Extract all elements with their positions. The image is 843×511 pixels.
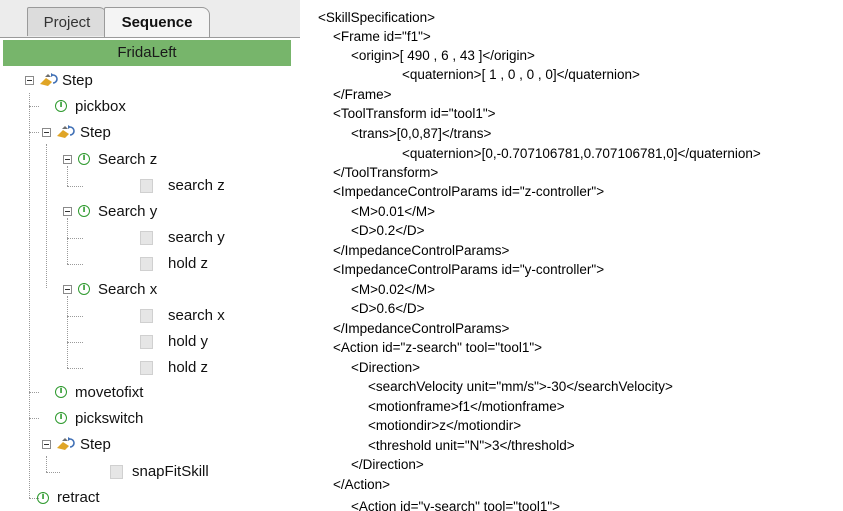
xml-line: <Direction> [351, 360, 421, 375]
tree-connector [67, 296, 68, 368]
tree-connector [46, 456, 47, 472]
collapse-toggle[interactable] [42, 128, 51, 137]
info-icon: i [55, 386, 67, 398]
info-icon: i [78, 153, 90, 165]
xml-line: <Frame id="f1"> [333, 29, 431, 44]
xml-line: <quaternion>[0,-0.707106781,0.707106781,… [402, 146, 761, 161]
tree-item-label: pickswitch [75, 410, 144, 427]
xml-line: <M>0.02</M> [351, 282, 436, 297]
tree-item-label: Step [80, 436, 111, 453]
info-icon: i [78, 283, 90, 295]
xml-line: </Frame> [333, 87, 392, 102]
tree-connector [29, 132, 39, 133]
tree-connector [67, 316, 83, 317]
collapse-toggle[interactable] [25, 76, 34, 85]
info-icon: i [55, 412, 67, 424]
sequence-panel: Project Sequence FridaLeft Step i pickbo… [0, 0, 300, 511]
xml-line: <ImpedanceControlParams id="y-controller… [333, 262, 605, 277]
primitive-icon [110, 465, 123, 479]
tree-connector [67, 186, 83, 187]
xml-line: <D>0.2</D> [351, 223, 425, 238]
tree-connector [67, 218, 68, 264]
tree-item-label: retract [57, 489, 100, 506]
tree-connector [67, 238, 83, 239]
tree-item-label: search x [168, 307, 225, 324]
primitive-icon [140, 231, 153, 245]
xml-line: <motiondir>z</motiondir> [368, 418, 522, 433]
step-icon [57, 125, 75, 138]
tree-item-label: hold z [168, 255, 209, 272]
step-icon [57, 437, 75, 450]
xml-line: <threshold unit="N">3</threshold> [368, 438, 575, 453]
tree-connector [46, 472, 60, 473]
sequence-tree: Step i pickbox Step i Search z search z … [0, 0, 300, 511]
tree-item-label: hold y [168, 333, 209, 350]
step-icon [40, 73, 58, 86]
xml-line: </ToolTransform> [333, 165, 439, 180]
tree-item-label: search z [168, 177, 225, 194]
info-icon: i [37, 492, 49, 504]
xml-line: <Action id="y-search" tool="tool1"> [351, 499, 561, 511]
tree-item-label: Search z [98, 151, 158, 168]
tree-connector [29, 418, 39, 419]
primitive-icon [140, 309, 153, 323]
tree-item-label: hold z [168, 359, 209, 376]
tree-connector [29, 106, 39, 107]
xml-line: <Action id="z-search" tool="tool1"> [333, 340, 543, 355]
xml-line: </Direction> [351, 457, 424, 472]
tree-item-label: Step [62, 72, 93, 89]
tree-connector [67, 342, 83, 343]
primitive-icon [140, 179, 153, 193]
tree-item-label: Step [80, 124, 111, 141]
tree-item-label: search y [168, 229, 225, 246]
xml-line: <ToolTransform id="tool1"> [333, 106, 496, 121]
tree-connector [29, 392, 39, 393]
xml-line: <quaternion>[ 1 , 0 , 0 , 0]</quaternion… [402, 67, 640, 82]
tree-connector [29, 93, 30, 498]
primitive-icon [140, 257, 153, 271]
xml-skill-specification: <SkillSpecification> <Frame id="f1"> <or… [318, 0, 843, 511]
xml-line: <ImpedanceControlParams id="z-controller… [333, 184, 605, 199]
xml-line: <searchVelocity unit="mm/s">-30</searchV… [368, 379, 673, 394]
info-icon: i [78, 205, 90, 217]
xml-line: </Action> [333, 477, 391, 492]
xml-line: </ImpedanceControlParams> [333, 321, 510, 336]
info-icon: i [55, 100, 67, 112]
xml-line: <SkillSpecification> [318, 10, 436, 25]
xml-line: <D>0.6</D> [351, 301, 425, 316]
xml-line: <motionframe>f1</motionframe> [368, 399, 565, 414]
tree-item-label: Search x [98, 281, 158, 298]
xml-line: </ImpedanceControlParams> [333, 243, 510, 258]
tree-item-label: movetofixt [75, 384, 144, 401]
xml-line: <M>0.01</M> [351, 204, 436, 219]
tree-item-label: snapFitSkill [132, 463, 209, 480]
tree-connector [46, 144, 47, 288]
primitive-icon [140, 361, 153, 375]
tree-connector [67, 368, 83, 369]
collapse-toggle[interactable] [63, 285, 72, 294]
collapse-toggle[interactable] [42, 440, 51, 449]
primitive-icon [140, 335, 153, 349]
collapse-toggle[interactable] [63, 155, 72, 164]
tree-item-label: pickbox [75, 98, 126, 115]
tree-connector [67, 166, 68, 186]
xml-line: <origin>[ 490 , 6 , 43 ]</origin> [351, 48, 535, 63]
tree-connector [67, 264, 83, 265]
collapse-toggle[interactable] [63, 207, 72, 216]
tree-item-label: Search y [98, 203, 158, 220]
xml-line: <trans>[0,0,87]</trans> [351, 126, 492, 141]
